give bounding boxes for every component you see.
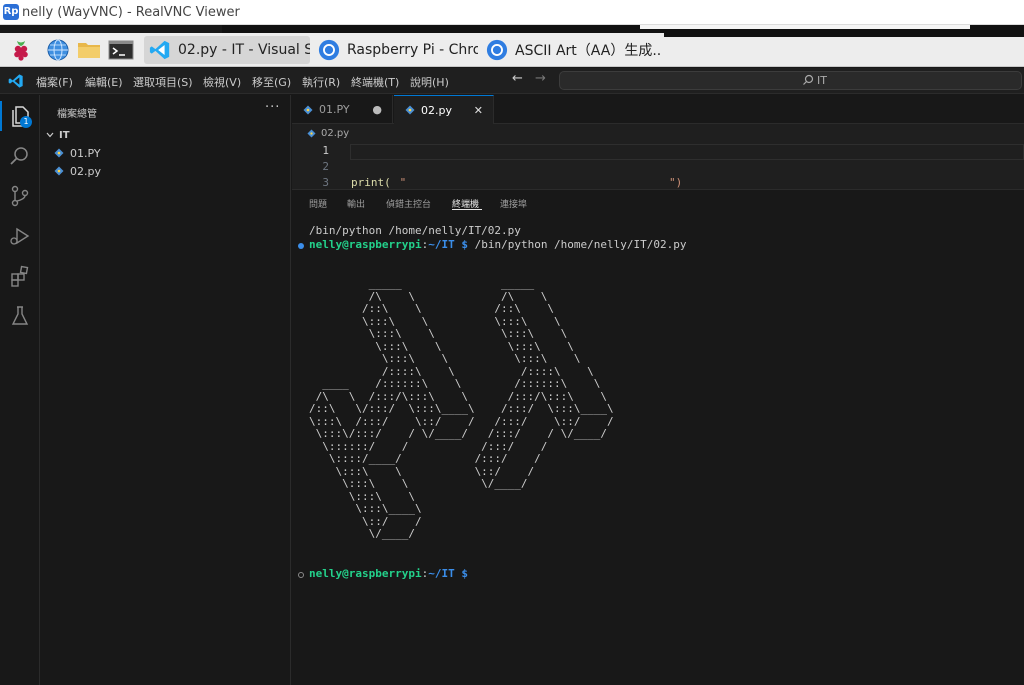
vscode-icon [149, 40, 170, 60]
prompt-path: ~/IT $ [428, 567, 468, 580]
active-tab-underline [452, 209, 482, 210]
os-taskbar: 02.py - IT - Visual St.. Raspberry Pi - … [0, 33, 1024, 67]
testing-flask-icon[interactable] [8, 304, 32, 328]
prompt-user-host: nelly@raspberrypi [309, 238, 422, 251]
active-indicator [0, 101, 2, 131]
menu-view[interactable]: 檢視(V) [203, 74, 241, 90]
taskbar-task-label: Raspberry Pi - Chro.. [347, 42, 478, 58]
tab-label: 02.py [421, 103, 452, 117]
explorer-sidebar: 檔案總管 ··· IT 01.PY 02.py [41, 95, 291, 685]
tab-label: 01.PY [319, 103, 350, 116]
folder-label: IT [59, 129, 70, 141]
explorer-badge: 1 [20, 116, 32, 128]
taskbar-task-chromium-raspberry[interactable]: Raspberry Pi - Chro.. [313, 36, 478, 64]
explorer-title: 檔案總管 [57, 109, 97, 120]
close-icon[interactable]: ✕ [474, 104, 483, 117]
taskbar-task-chromium-ascii[interactable]: ASCII Art（AA）生成.. [481, 36, 661, 64]
prompt-path: ~/IT $ [428, 238, 468, 251]
breadcrumb: 02.py [307, 128, 349, 139]
command-status-dot-icon [298, 243, 304, 249]
menu-terminal[interactable]: 終端機(T) [351, 74, 399, 90]
file-01-py[interactable]: 01.PY [54, 144, 101, 162]
raspberry-pi-menu-icon[interactable] [8, 38, 34, 62]
unsaved-dot-icon[interactable]: ● [372, 103, 382, 116]
python-file-icon [307, 129, 316, 138]
realvnc-logo-icon: Rp [3, 4, 19, 20]
python-file-icon [405, 105, 415, 115]
code-string-close: ") [669, 176, 683, 189]
terminal-prompt-line: nelly@raspberrypi:~/IT $ [309, 567, 468, 580]
panel-tab-ports[interactable]: 連接埠 [500, 197, 527, 210]
menu-help[interactable]: 說明(H) [410, 74, 449, 90]
taskbar-task-label: 02.py - IT - Visual St.. [178, 42, 310, 58]
line-number: 1 [322, 144, 329, 157]
code-print-keyword: print( [351, 176, 391, 189]
panel-tab-output[interactable]: 輸出 [347, 197, 365, 210]
prompt-user-host: nelly@raspberrypi [309, 567, 422, 580]
terminal-prompt-line: nelly@raspberrypi:~/IT $ /bin/python /ho… [309, 238, 687, 251]
current-line-highlight [350, 144, 1024, 160]
window-title: nelly (WayVNC) - RealVNC Viewer [22, 5, 240, 20]
chrome-icon [318, 39, 340, 61]
menu-edit[interactable]: 編輯(E) [85, 74, 123, 90]
globe-icon[interactable] [45, 38, 71, 62]
terminal[interactable]: /bin/python /home/nelly/IT/02.py nelly@r… [292, 222, 1024, 682]
menu-go[interactable]: 移至(G) [252, 74, 291, 90]
folder-it[interactable]: IT [45, 127, 70, 143]
breadcrumb-file[interactable]: 02.py [321, 128, 349, 139]
activity-bar: 1 [0, 95, 40, 685]
menu-file[interactable]: 檔案(F) [36, 74, 73, 90]
code-string-open: " [393, 176, 407, 189]
terminal-command-echo: /bin/python /home/nelly/IT/02.py [309, 224, 521, 237]
panel-tab-debug-console[interactable]: 偵錯主控台 [386, 197, 431, 210]
code-editor[interactable]: 02.py 1 2 3 print( " ") [292, 124, 1024, 189]
nav-forward-button[interactable]: → [535, 71, 546, 86]
terminal-icon[interactable] [108, 38, 134, 62]
python-file-icon [54, 166, 64, 176]
nav-back-button[interactable]: ← [512, 71, 523, 86]
tab-02-py[interactable]: 02.py ✕ [394, 95, 494, 124]
editor-tab-bar: 01.PY ● 02.py ✕ [292, 95, 1024, 124]
prompt-status-dot-icon [298, 572, 304, 578]
more-actions-button[interactable]: ··· [265, 100, 280, 115]
folder-icon[interactable] [76, 38, 102, 62]
menu-selection[interactable]: 選取項目(S) [133, 74, 193, 90]
chrome-icon [486, 39, 508, 61]
taskbar-task-label: ASCII Art（AA）生成.. [515, 43, 661, 59]
vscode-title-bar: 檔案(F) 編輯(E) 選取項目(S) 檢視(V) 移至(G) 執行(R) 終端… [0, 68, 1024, 94]
command-center-text: IT [817, 74, 827, 87]
search-icon [803, 74, 814, 85]
menu-run[interactable]: 執行(R) [302, 74, 340, 90]
extensions-icon[interactable] [8, 264, 32, 288]
source-control-icon[interactable] [8, 184, 32, 208]
run-debug-icon[interactable] [8, 224, 32, 248]
chevron-down-icon [46, 132, 54, 138]
vscode-logo-icon [8, 74, 23, 88]
file-label: 02.py [70, 164, 101, 178]
panel-tab-problems[interactable]: 問題 [309, 197, 327, 210]
remote-screen-strip [640, 25, 970, 29]
file-02-py[interactable]: 02.py [54, 162, 101, 180]
line-number: 3 [322, 176, 329, 189]
file-label: 01.PY [70, 146, 101, 160]
line-number: 2 [322, 160, 329, 173]
taskbar-edge [664, 33, 1024, 37]
bottom-panel: 問題 輸出 偵錯主控台 終端機 連接埠 /bin/python /home/ne… [292, 189, 1024, 685]
prompt-command: /bin/python /home/nelly/IT/02.py [467, 238, 687, 251]
python-file-icon [303, 105, 313, 114]
python-file-icon [54, 148, 64, 158]
search-icon[interactable] [8, 144, 32, 168]
taskbar-task-vscode[interactable]: 02.py - IT - Visual St.. [144, 36, 310, 64]
ascii-art-output: _____ _____ /\ \ /\ \ /::\ \ /::\ \ \:::… [309, 277, 614, 540]
tab-01-py[interactable]: 01.PY ● [292, 95, 393, 124]
command-center-search[interactable]: IT [559, 71, 1022, 90]
